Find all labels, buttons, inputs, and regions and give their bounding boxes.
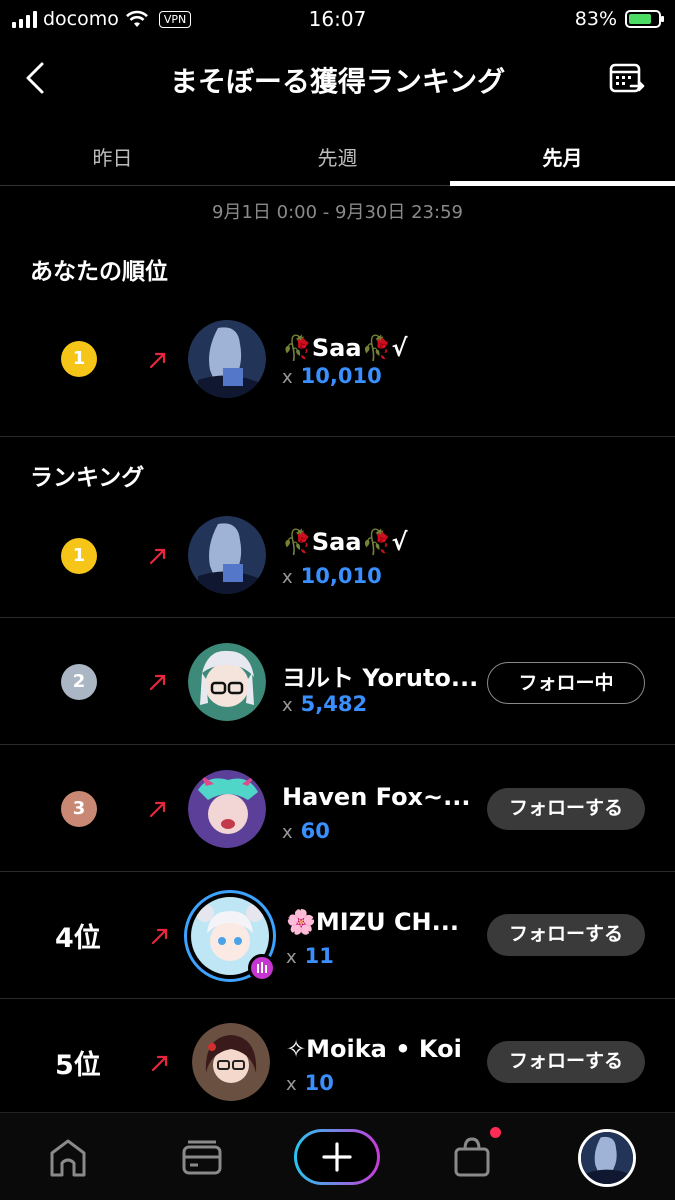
user-name[interactable]: 🌸MIZU CH... xyxy=(286,908,459,936)
score: x 5,482 xyxy=(282,692,367,716)
battery-icon xyxy=(625,10,664,28)
score-multiplier: x xyxy=(282,822,293,843)
ranking-title: ランキング xyxy=(30,465,145,491)
trend-up-icon xyxy=(151,1055,168,1072)
rank-medal: 2 xyxy=(61,664,97,700)
live-badge-icon xyxy=(248,954,276,982)
score-value: 10,010 xyxy=(300,564,382,588)
profile-avatar[interactable] xyxy=(578,1129,636,1187)
clock: 16:07 xyxy=(308,7,367,31)
follow-button[interactable]: フォローする xyxy=(487,788,645,830)
score: x 10,010 xyxy=(282,564,382,588)
ranking-row[interactable]: 2 ヨルト Yoruto... x 5,482 フォロー中 xyxy=(0,618,675,745)
score: x 10 xyxy=(286,1071,334,1095)
tab-yesterday[interactable]: 昨日 xyxy=(0,120,225,185)
score-multiplier: x xyxy=(282,695,293,716)
follow-button[interactable]: フォローする xyxy=(487,914,645,956)
trend-up-icon xyxy=(149,352,166,369)
score-multiplier: x xyxy=(282,367,293,388)
avatar[interactable] xyxy=(188,320,266,398)
date-range: 9月1日 0:00 - 9月30日 23:59 xyxy=(212,202,463,223)
home-icon[interactable] xyxy=(44,1133,92,1181)
score-value: 5,482 xyxy=(300,692,368,716)
bottom-nav xyxy=(0,1112,675,1200)
ranking-row[interactable]: 4位 🌸MIZU CH... x 11 フォローする xyxy=(0,872,675,999)
my-rank-title: あなたの順位 xyxy=(30,259,168,285)
score-multiplier: x xyxy=(282,567,293,588)
calendar-icon[interactable] xyxy=(607,58,647,98)
user-name[interactable]: 🥀Saa🥀√ xyxy=(282,528,407,556)
user-name[interactable]: ✧Moika • Koi xyxy=(286,1035,462,1063)
avatar[interactable] xyxy=(192,1023,270,1101)
period-tabs: 昨日 先週 先月 xyxy=(0,120,675,186)
status-bar: docomo VPN 16:07 83% xyxy=(0,0,675,40)
avatar[interactable] xyxy=(188,770,266,848)
my-rank-row[interactable]: 1 🥀Saa🥀√ x 10,010 xyxy=(0,310,675,437)
user-name[interactable]: 🥀Saa🥀√ xyxy=(282,334,407,362)
header: まそぼーる獲得ランキング xyxy=(0,48,675,108)
score: x 60 xyxy=(282,819,330,843)
rank-label: 4位 xyxy=(55,923,101,954)
shop-bag-icon[interactable] xyxy=(448,1133,496,1181)
score-value: 60 xyxy=(300,819,330,843)
plus-icon xyxy=(322,1142,352,1172)
ranking-row[interactable]: 5位 ✧Moika • Koi x 10 フォローする xyxy=(0,999,675,1112)
score: x 10,010 xyxy=(282,364,382,388)
ranking-row[interactable]: 1 🥀Saa🥀√ x 10,010 xyxy=(0,490,675,618)
battery-percent: 83% xyxy=(574,8,617,30)
trend-up-icon xyxy=(149,674,166,691)
tab-last-month[interactable]: 先月 xyxy=(450,120,675,186)
notification-dot xyxy=(490,1127,501,1138)
avatar[interactable] xyxy=(188,643,266,721)
user-name[interactable]: Haven Fox~... xyxy=(282,783,471,811)
follow-button[interactable]: フォローする xyxy=(487,1041,645,1083)
score: x 11 xyxy=(286,944,334,968)
score-value: 11 xyxy=(304,944,334,968)
trend-up-icon xyxy=(151,928,168,945)
rank-label: 5位 xyxy=(55,1050,101,1081)
score-multiplier: x xyxy=(286,947,297,968)
create-button[interactable] xyxy=(294,1129,380,1185)
wallet-icon[interactable] xyxy=(178,1133,226,1181)
rank-medal: 3 xyxy=(61,791,97,827)
trend-up-icon xyxy=(149,801,166,818)
score-value: 10 xyxy=(304,1071,334,1095)
user-name[interactable]: ヨルト Yoruto... xyxy=(282,658,478,693)
score-multiplier: x xyxy=(286,1074,297,1095)
status-right: 83% xyxy=(574,8,664,30)
rank-medal: 1 xyxy=(61,538,97,574)
ranking-row[interactable]: 3 Haven Fox~... x 60 フォローする xyxy=(0,745,675,872)
tab-last-week[interactable]: 先週 xyxy=(225,120,450,185)
score-value: 10,010 xyxy=(300,364,382,388)
trend-up-icon xyxy=(149,548,166,565)
avatar[interactable] xyxy=(188,516,266,594)
page-title: まそぼーる獲得ランキング xyxy=(169,65,506,98)
following-button[interactable]: フォロー中 xyxy=(487,662,645,704)
rank-medal: 1 xyxy=(61,341,97,377)
